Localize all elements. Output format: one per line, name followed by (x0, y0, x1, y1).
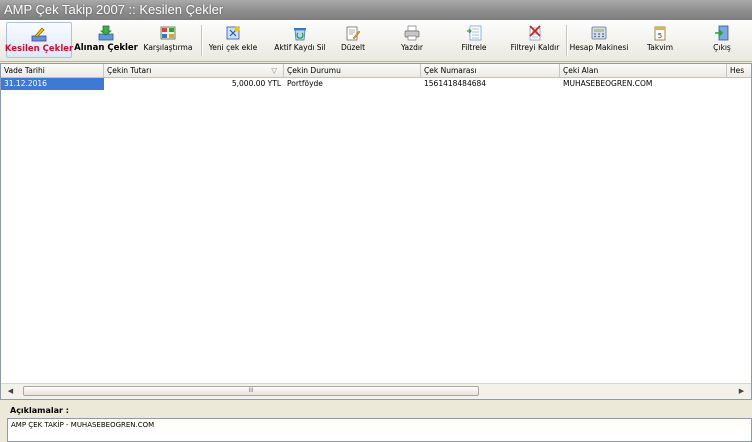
cikis-button[interactable]: Çıkış (704, 22, 740, 58)
scroll-left-icon[interactable]: ◀ (3, 384, 18, 399)
calendar-icon: 5 (654, 26, 666, 41)
cell-cek-numarasi[interactable]: 1561418484684 (421, 78, 560, 90)
filter-remove-icon (529, 25, 541, 41)
scroll-right-icon[interactable]: ▶ (734, 384, 749, 399)
yazdir-button[interactable]: Yazdır (394, 22, 430, 58)
scrollbar-thumb[interactable]: III (23, 386, 479, 396)
recycle-icon (294, 28, 306, 41)
new-check-icon (226, 26, 240, 40)
takvim-label: Takvim (646, 43, 674, 52)
aktif-kaydi-sil-label: Aktif Kaydı Sil (274, 43, 326, 52)
hesap-makinesi-button[interactable]: Hesap Makinesi (569, 22, 629, 58)
column-header-cekin-durumu[interactable]: Çekin Durumu (284, 64, 421, 77)
yazdir-label: Yazdır (400, 43, 423, 52)
cell-cekin-durumu[interactable]: Portföyde (284, 78, 421, 90)
cell-cekin-tutari[interactable]: 5,000.00 YTL (104, 78, 284, 90)
filtrele-button[interactable]: Filtrele (454, 22, 494, 58)
takvim-button[interactable]: 5 Takvim (642, 22, 678, 58)
printer-icon (404, 25, 420, 41)
aktif-kaydi-sil-button[interactable]: Aktif Kaydı Sil (266, 22, 334, 58)
toolbar-separator (566, 25, 568, 56)
grid-header: Vade Tarihi Çekin Tutarı ▽ Çekin Durumu … (1, 64, 751, 78)
filtreyi-kaldir-button[interactable]: Filtreyi Kaldır (508, 22, 562, 58)
column-header-ceki-alan[interactable]: Çeki Alan (560, 64, 727, 77)
filter-icon (467, 25, 482, 41)
toolbar-separator (201, 25, 203, 56)
yeni-cek-ekle-button[interactable]: Yeni çek ekle (205, 22, 261, 58)
alinan-cekler-button[interactable]: Alınan Çekler (74, 22, 138, 58)
kesilen-cekler-label: Kesilen Çekler (4, 44, 74, 54)
karsilastirma-button[interactable]: Karşılaştırma (140, 22, 196, 58)
edit-icon (346, 26, 361, 41)
notes-label: Açıklamalar : (10, 406, 69, 415)
notes-field[interactable]: AMP ÇEK TAKİP - MUHASEBEOGREN.COM (7, 418, 752, 442)
duzelt-button[interactable]: Düzelt (336, 22, 370, 58)
alinan-cekler-label: Alınan Çekler (74, 43, 138, 53)
cikis-label: Çıkış (713, 43, 731, 52)
compare-grid-icon (160, 26, 176, 40)
column-header-cek-numarasi[interactable]: Çek Numarası (421, 64, 560, 77)
kesilen-cekler-button[interactable]: Kesilen Çekler (4, 22, 74, 58)
exit-icon (715, 25, 729, 41)
sort-indicator-icon: ▽ (271, 66, 277, 75)
column-header-hes[interactable]: Hes (727, 64, 751, 77)
cell-vade-tarihi[interactable]: 31.12.2016 (1, 78, 104, 90)
svg-text:5: 5 (658, 32, 662, 40)
yeni-cek-ekle-label: Yeni çek ekle (208, 43, 258, 52)
window-title: AMP Çek Takip 2007 :: Kesilen Çekler (0, 0, 752, 20)
duzelt-label: Düzelt (340, 43, 366, 52)
toolbar: Kesilen Çekler Alınan Çekler Karşılaştır… (0, 20, 752, 62)
pencil-check-icon (31, 27, 47, 42)
horizontal-scrollbar[interactable]: ◀ III ▶ (1, 383, 751, 399)
hesap-makinesi-label: Hesap Makinesi (569, 43, 629, 52)
cell-ceki-alan[interactable]: MUHASEBEOGREN.COM (560, 78, 727, 90)
karsilastirma-label: Karşılaştırma (143, 43, 193, 52)
column-header-cekin-tutari-label: Çekin Tutarı (107, 66, 152, 75)
filtrele-label: Filtrele (461, 43, 487, 52)
checks-grid[interactable]: Vade Tarihi Çekin Tutarı ▽ Çekin Durumu … (0, 63, 752, 400)
column-header-cekin-tutari[interactable]: Çekin Tutarı ▽ (104, 64, 284, 77)
column-header-vade-tarihi[interactable]: Vade Tarihi (1, 64, 104, 77)
check-in-tray-icon (98, 25, 114, 41)
filtreyi-kaldir-label: Filtreyi Kaldır (510, 43, 560, 52)
calculator-icon (591, 26, 607, 40)
table-row[interactable]: 31.12.2016 5,000.00 YTL Portföyde 156141… (1, 78, 751, 90)
